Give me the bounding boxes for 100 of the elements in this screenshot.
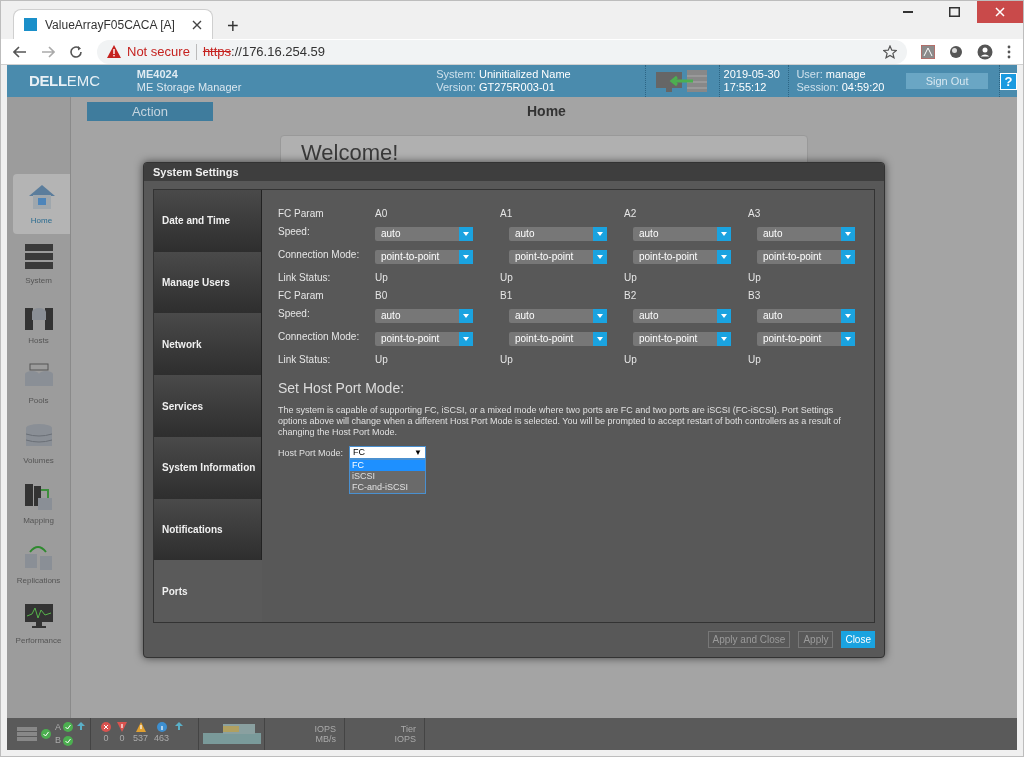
nav-item[interactable]: Replications xyxy=(7,534,70,594)
settings-tab[interactable]: Date and Time xyxy=(154,190,262,252)
field-label: Host Port Mode: xyxy=(278,447,344,460)
nav-item[interactable]: Hosts xyxy=(7,294,70,354)
metric-label: MB/s xyxy=(315,734,336,744)
url-text: https://176.16.254.59 xyxy=(202,42,326,61)
check-icon xyxy=(63,722,73,733)
controller-label: A xyxy=(55,720,61,734)
nav-item[interactable]: Performance xyxy=(7,594,70,654)
dialog-title: System Settings xyxy=(144,163,884,181)
settings-tab[interactable]: Manage Users xyxy=(154,251,262,314)
pdf-icon xyxy=(921,44,935,59)
nav-item[interactable]: Mapping xyxy=(7,474,70,534)
maximize-icon xyxy=(948,7,960,17)
critical-icon xyxy=(117,722,127,733)
profile-icon xyxy=(977,43,993,60)
section-heading: Set Host Port Mode: xyxy=(278,379,406,398)
link-status: Up xyxy=(500,270,513,285)
nav-item[interactable]: System xyxy=(7,234,70,294)
settings-tab[interactable]: Notifications xyxy=(154,498,262,561)
field-label: FC Param xyxy=(278,206,324,221)
speed-select[interactable]: auto xyxy=(509,308,593,323)
settings-tab[interactable]: Network xyxy=(154,313,262,376)
dialog-button[interactable]: Close xyxy=(841,631,875,648)
nav-item[interactable]: Volumes xyxy=(7,414,70,474)
forward-icon xyxy=(41,44,55,59)
alert-count: 537 xyxy=(133,732,149,746)
speed-select[interactable]: auto xyxy=(757,226,841,241)
field-label: Connection Mode: xyxy=(278,247,360,262)
connection-mode-select[interactable]: point-to-point xyxy=(509,331,593,346)
controller-label: B xyxy=(55,734,61,747)
field-label: Speed: xyxy=(278,224,310,239)
connection-mode-select[interactable]: point-to-point xyxy=(757,331,841,346)
nav-item[interactable]: Pools xyxy=(7,354,70,414)
alert-count: 463 xyxy=(154,732,170,746)
header-info: System: Uninitialized Name xyxy=(436,68,572,81)
extension-icon xyxy=(949,44,963,59)
connection-mode-select[interactable]: point-to-point xyxy=(375,331,459,346)
settings-tab[interactable]: Services xyxy=(154,375,262,437)
link-status: Up xyxy=(500,352,513,367)
page-title: Home xyxy=(527,101,566,121)
header-info: Session: 04:59:20 xyxy=(796,81,886,94)
browser-tab[interactable]: ValueArrayF05CACA [A] xyxy=(13,9,213,39)
speed-select[interactable]: auto xyxy=(509,226,593,241)
action-button[interactable]: Action xyxy=(87,101,213,121)
link-status: Up xyxy=(624,352,637,367)
capacity-bar-icon xyxy=(202,724,261,744)
close-icon xyxy=(977,1,1023,23)
alert-count: 0 xyxy=(103,732,109,746)
product-subtitle: ME Storage Manager xyxy=(136,81,243,94)
dropdown-option[interactable]: iSCSI xyxy=(350,471,426,482)
info-icon xyxy=(156,722,167,733)
host-port-mode-select[interactable]: FC ▼ xyxy=(349,446,427,459)
speed-select[interactable]: auto xyxy=(757,308,841,323)
port-name: A0 xyxy=(375,206,388,221)
warning-icon xyxy=(135,722,146,733)
dropdown-option[interactable]: FC-and-iSCSI xyxy=(350,482,426,493)
check-icon xyxy=(63,735,73,746)
port-name: B0 xyxy=(375,288,388,303)
field-label: Link Status: xyxy=(278,352,331,367)
error-icon xyxy=(101,722,111,733)
address-bar[interactable]: Not secure https://176.16.254.59 xyxy=(97,39,907,64)
storage-enclosure-icon xyxy=(17,727,37,741)
link-status: Up xyxy=(375,352,388,367)
welcome-panel: Welcome! xyxy=(280,135,808,165)
up-arrow-icon xyxy=(175,722,184,730)
warning-icon xyxy=(107,45,121,58)
metric-label: Tier xyxy=(400,724,416,734)
connection-mode-select[interactable]: point-to-point xyxy=(633,249,717,264)
speed-select[interactable]: auto xyxy=(375,308,459,323)
field-label: Connection Mode: xyxy=(278,329,360,344)
connection-mode-select[interactable]: point-to-point xyxy=(633,331,717,346)
port-name: B2 xyxy=(624,288,637,303)
field-label: Speed: xyxy=(278,306,310,321)
field-label: Link Status: xyxy=(278,270,331,285)
alert-count: 0 xyxy=(119,732,125,746)
connection-mode-select[interactable]: point-to-point xyxy=(375,249,459,264)
header-date: 2019-05-30 xyxy=(723,68,781,81)
port-name: B3 xyxy=(748,288,761,303)
connection-mode-select[interactable]: point-to-point xyxy=(509,249,593,264)
field-label: FC Param xyxy=(278,288,324,303)
speed-select[interactable]: auto xyxy=(375,226,459,241)
new-tab-button[interactable]: + xyxy=(227,16,239,36)
back-icon xyxy=(13,44,27,59)
nav-item[interactable]: Home xyxy=(13,174,70,234)
product-name: ME4024 xyxy=(136,68,179,81)
settings-tab[interactable]: System Information xyxy=(154,436,262,499)
reload-icon xyxy=(69,44,83,59)
help-button[interactable]: ? xyxy=(1000,72,1017,90)
link-status: Up xyxy=(375,270,388,285)
connection-mode-select[interactable]: point-to-point xyxy=(757,249,841,264)
dropdown-option[interactable]: FC xyxy=(350,460,426,471)
brand-logo: DELLEMC xyxy=(28,70,101,91)
speed-select[interactable]: auto xyxy=(633,226,717,241)
port-name: A3 xyxy=(748,206,761,221)
link-status: Up xyxy=(748,352,761,367)
speed-select[interactable]: auto xyxy=(633,308,717,323)
menu-icon xyxy=(1007,44,1011,59)
security-warning: Not secure xyxy=(127,42,190,61)
system-icon xyxy=(23,241,54,272)
